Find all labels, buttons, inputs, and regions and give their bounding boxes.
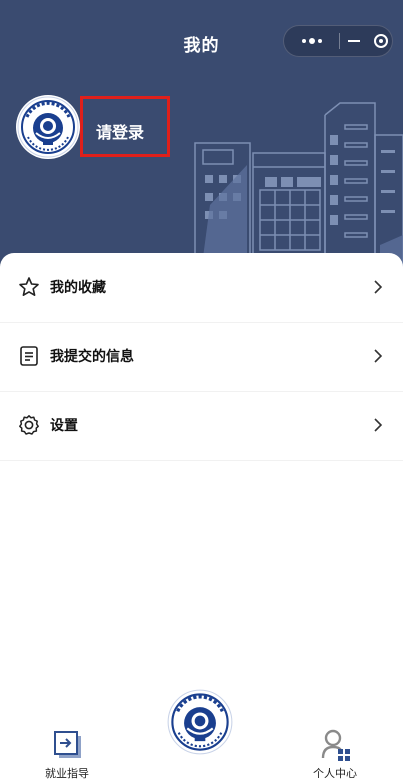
tab-employment-guide[interactable]: 就业指导 (22, 728, 112, 780)
menu-item-submitted-info[interactable]: 我提交的信息 (0, 322, 403, 390)
school-emblem-icon[interactable] (166, 688, 234, 756)
minimize-icon[interactable] (340, 26, 367, 56)
chevron-right-icon (374, 418, 383, 432)
mini-program-capsule (283, 25, 393, 57)
menu-item-settings[interactable]: 设置 (0, 391, 403, 459)
settings-gear-icon (19, 415, 39, 435)
profile-header: 我的 请登录 (0, 0, 403, 280)
menu-item-label: 设置 (50, 418, 78, 434)
chevron-right-icon (374, 280, 383, 294)
school-emblem-icon[interactable] (16, 95, 80, 159)
chevron-right-icon (374, 349, 383, 363)
bottom-tab-bar: 就业指导 个人中心 (0, 688, 403, 780)
employment-guide-icon (54, 731, 81, 758)
login-highlight[interactable]: 请登录 (80, 96, 170, 157)
login-prompt[interactable]: 请登录 (96, 119, 144, 143)
document-list-icon (20, 346, 38, 366)
star-icon (19, 277, 39, 297)
divider (0, 460, 403, 461)
tab-personal-center[interactable]: 个人中心 (290, 728, 380, 780)
more-dots-icon[interactable] (284, 26, 339, 56)
menu-item-favorites[interactable]: 我的收藏 (0, 253, 403, 321)
target-close-icon[interactable] (367, 26, 394, 56)
menu-item-label: 我提交的信息 (50, 349, 134, 365)
menu-item-label: 我的收藏 (50, 280, 106, 296)
menu-card: 我的收藏 我提交的信息 设置 (0, 253, 403, 673)
personal-center-icon (321, 729, 350, 761)
